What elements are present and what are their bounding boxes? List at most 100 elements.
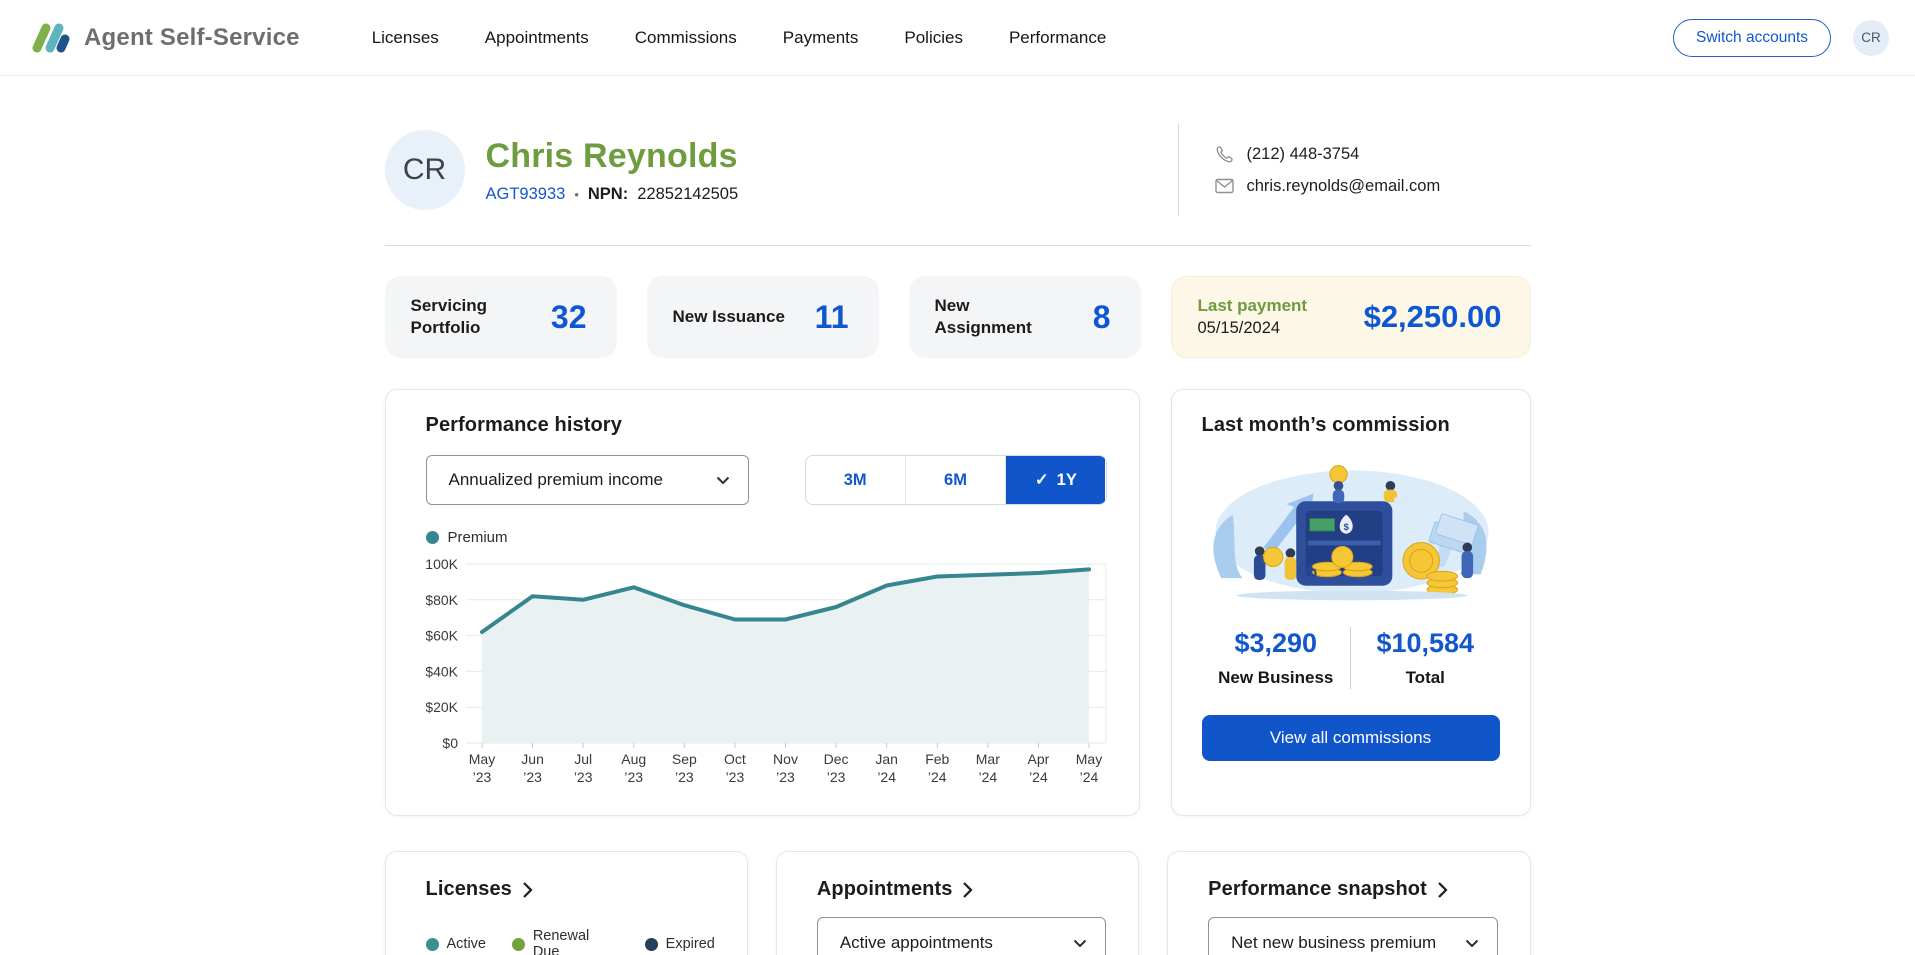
svg-text:’23: ’23	[624, 769, 643, 785]
range-1y-button[interactable]: ✓ 1Y	[1005, 456, 1105, 504]
profile-avatar: CR	[385, 130, 465, 210]
last-payment-amount: $2,250.00	[1364, 299, 1502, 335]
header-avatar[interactable]: CR	[1853, 20, 1889, 56]
figure-right	[1461, 543, 1473, 579]
svg-text:$60K: $60K	[426, 628, 459, 644]
range-3m-button[interactable]: 3M	[806, 456, 905, 504]
snapshot-title-row[interactable]: Performance snapshot	[1208, 878, 1448, 901]
active-dot	[426, 938, 439, 951]
svg-text:’23: ’23	[472, 769, 491, 785]
npn-label: NPN:	[588, 185, 628, 204]
chevron-down-icon	[1465, 939, 1479, 948]
licenses-legend: Active Renewal Due Expired	[426, 928, 715, 955]
svg-text:Aug: Aug	[621, 751, 646, 767]
renewal-due-dot	[512, 938, 525, 951]
chevron-down-icon	[1073, 939, 1087, 948]
svg-text:$80K: $80K	[426, 592, 459, 608]
premium-area-chart: $0$20K$40K$60K$80K$100KMay’23Jun’23Jul’2…	[426, 552, 1118, 792]
licenses-title-row[interactable]: Licenses	[426, 878, 533, 901]
nav-item-policies[interactable]: Policies	[904, 28, 963, 48]
legend-item-expired: Expired	[645, 936, 715, 952]
metric-select-value: Annualized premium income	[449, 470, 664, 490]
chevron-down-icon	[716, 476, 730, 485]
svg-text:’24: ’24	[1079, 769, 1098, 785]
svg-text:$0: $0	[442, 735, 458, 751]
svg-text:Nov: Nov	[773, 751, 798, 767]
svg-text:’23: ’23	[523, 769, 542, 785]
range-6m-button[interactable]: 6M	[905, 456, 1005, 504]
snapshot-filter-value: Net new business premium	[1231, 933, 1436, 953]
stats-row: Servicing Portfolio 32 New Issuance 11 N…	[385, 276, 1531, 358]
licenses-title: Licenses	[426, 878, 512, 901]
appointments-filter-value: Active appointments	[840, 933, 993, 953]
svg-text:Feb: Feb	[925, 751, 949, 767]
snapshot-filter-select[interactable]: Net new business premium	[1208, 917, 1497, 955]
profile-section: CR Chris Reynolds AGT93933 • NPN: 228521…	[385, 76, 1531, 216]
commission-values: $3,290 New Business $10,584 Total	[1202, 627, 1500, 689]
expired-dot	[645, 938, 658, 951]
contact-block: (212) 448-3754 chris.reynolds@email.com	[1179, 145, 1531, 196]
svg-text:May: May	[1075, 751, 1101, 767]
topbar-right: Switch accounts CR	[1673, 19, 1889, 57]
view-all-commissions-button[interactable]: View all commissions	[1202, 715, 1500, 761]
nav-item-commissions[interactable]: Commissions	[635, 28, 737, 48]
last-payment-label: Last payment	[1198, 296, 1308, 316]
last-payment-card: Last payment 05/15/2024 $2,250.00	[1171, 276, 1531, 358]
email-address: chris.reynolds@email.com	[1247, 177, 1441, 196]
meta-separator: •	[574, 187, 579, 202]
phone-row: (212) 448-3754	[1215, 145, 1531, 164]
svg-text:’23: ’23	[573, 769, 592, 785]
commission-card: Last month’s commission $	[1171, 389, 1531, 816]
appointments-filter-select[interactable]: Active appointments	[817, 917, 1106, 955]
stat-card-new-issuance: New Issuance 11	[647, 276, 879, 358]
brand-name: Agent Self-Service	[84, 24, 300, 52]
svg-text:Jul: Jul	[574, 751, 592, 767]
svg-text:Dec: Dec	[823, 751, 848, 767]
agent-id-link[interactable]: AGT93933	[486, 185, 566, 204]
brand-logo-icon	[30, 21, 72, 55]
svg-text:’24: ’24	[877, 769, 896, 785]
stat-value: 32	[551, 299, 587, 336]
performance-snapshot-card: Performance snapshot Net new business pr…	[1167, 851, 1530, 955]
phone-number: (212) 448-3754	[1247, 145, 1360, 164]
last-payment-date: 05/15/2024	[1198, 319, 1308, 338]
email-row: chris.reynolds@email.com	[1215, 177, 1531, 196]
stat-card-new-assignment: New Assignment 8	[909, 276, 1141, 358]
svg-text:$40K: $40K	[426, 663, 459, 679]
chart-legend: Premium	[426, 529, 1107, 546]
svg-text:’24: ’24	[978, 769, 997, 785]
performance-history-card: Performance history Annualized premium i…	[385, 389, 1140, 816]
svg-text:’23: ’23	[826, 769, 845, 785]
total-label: Total	[1351, 668, 1500, 688]
metric-select[interactable]: Annualized premium income	[426, 455, 749, 505]
stat-card-servicing-portfolio: Servicing Portfolio 32	[385, 276, 617, 358]
brand[interactable]: Agent Self-Service	[30, 21, 300, 55]
svg-text:%: %	[1298, 560, 1317, 583]
licenses-card: Licenses Active Renewal Due Expired	[385, 851, 748, 955]
nav-item-appointments[interactable]: Appointments	[485, 28, 589, 48]
nav-item-licenses[interactable]: Licenses	[372, 28, 439, 48]
commission-illustration: $	[1202, 449, 1500, 613]
phone-icon	[1215, 145, 1234, 164]
switch-accounts-button[interactable]: Switch accounts	[1673, 19, 1831, 57]
svg-text:’23: ’23	[776, 769, 795, 785]
stat-value: 11	[815, 299, 849, 336]
main-nav: Licenses Appointments Commissions Paymen…	[372, 28, 1107, 48]
stat-value: 8	[1093, 299, 1111, 336]
svg-text:$20K: $20K	[426, 699, 459, 715]
nav-item-performance[interactable]: Performance	[1009, 28, 1106, 48]
range-toggle: 3M 6M ✓ 1Y	[805, 455, 1107, 505]
svg-text:Sep: Sep	[671, 751, 696, 767]
nav-item-payments[interactable]: Payments	[783, 28, 859, 48]
svg-text:Jun: Jun	[521, 751, 544, 767]
stat-label: New Assignment	[935, 295, 1053, 339]
new-business-value: $3,290	[1202, 628, 1351, 659]
stat-label: New Issuance	[673, 306, 791, 328]
envelope-icon	[1215, 178, 1234, 194]
svg-text:Oct: Oct	[724, 751, 746, 767]
legend-item-renewal-due: Renewal Due	[512, 928, 619, 955]
svg-text:’23: ’23	[725, 769, 744, 785]
profile-rule	[385, 245, 1531, 246]
appointments-title-row[interactable]: Appointments	[817, 878, 974, 901]
appointments-title: Appointments	[817, 878, 953, 901]
